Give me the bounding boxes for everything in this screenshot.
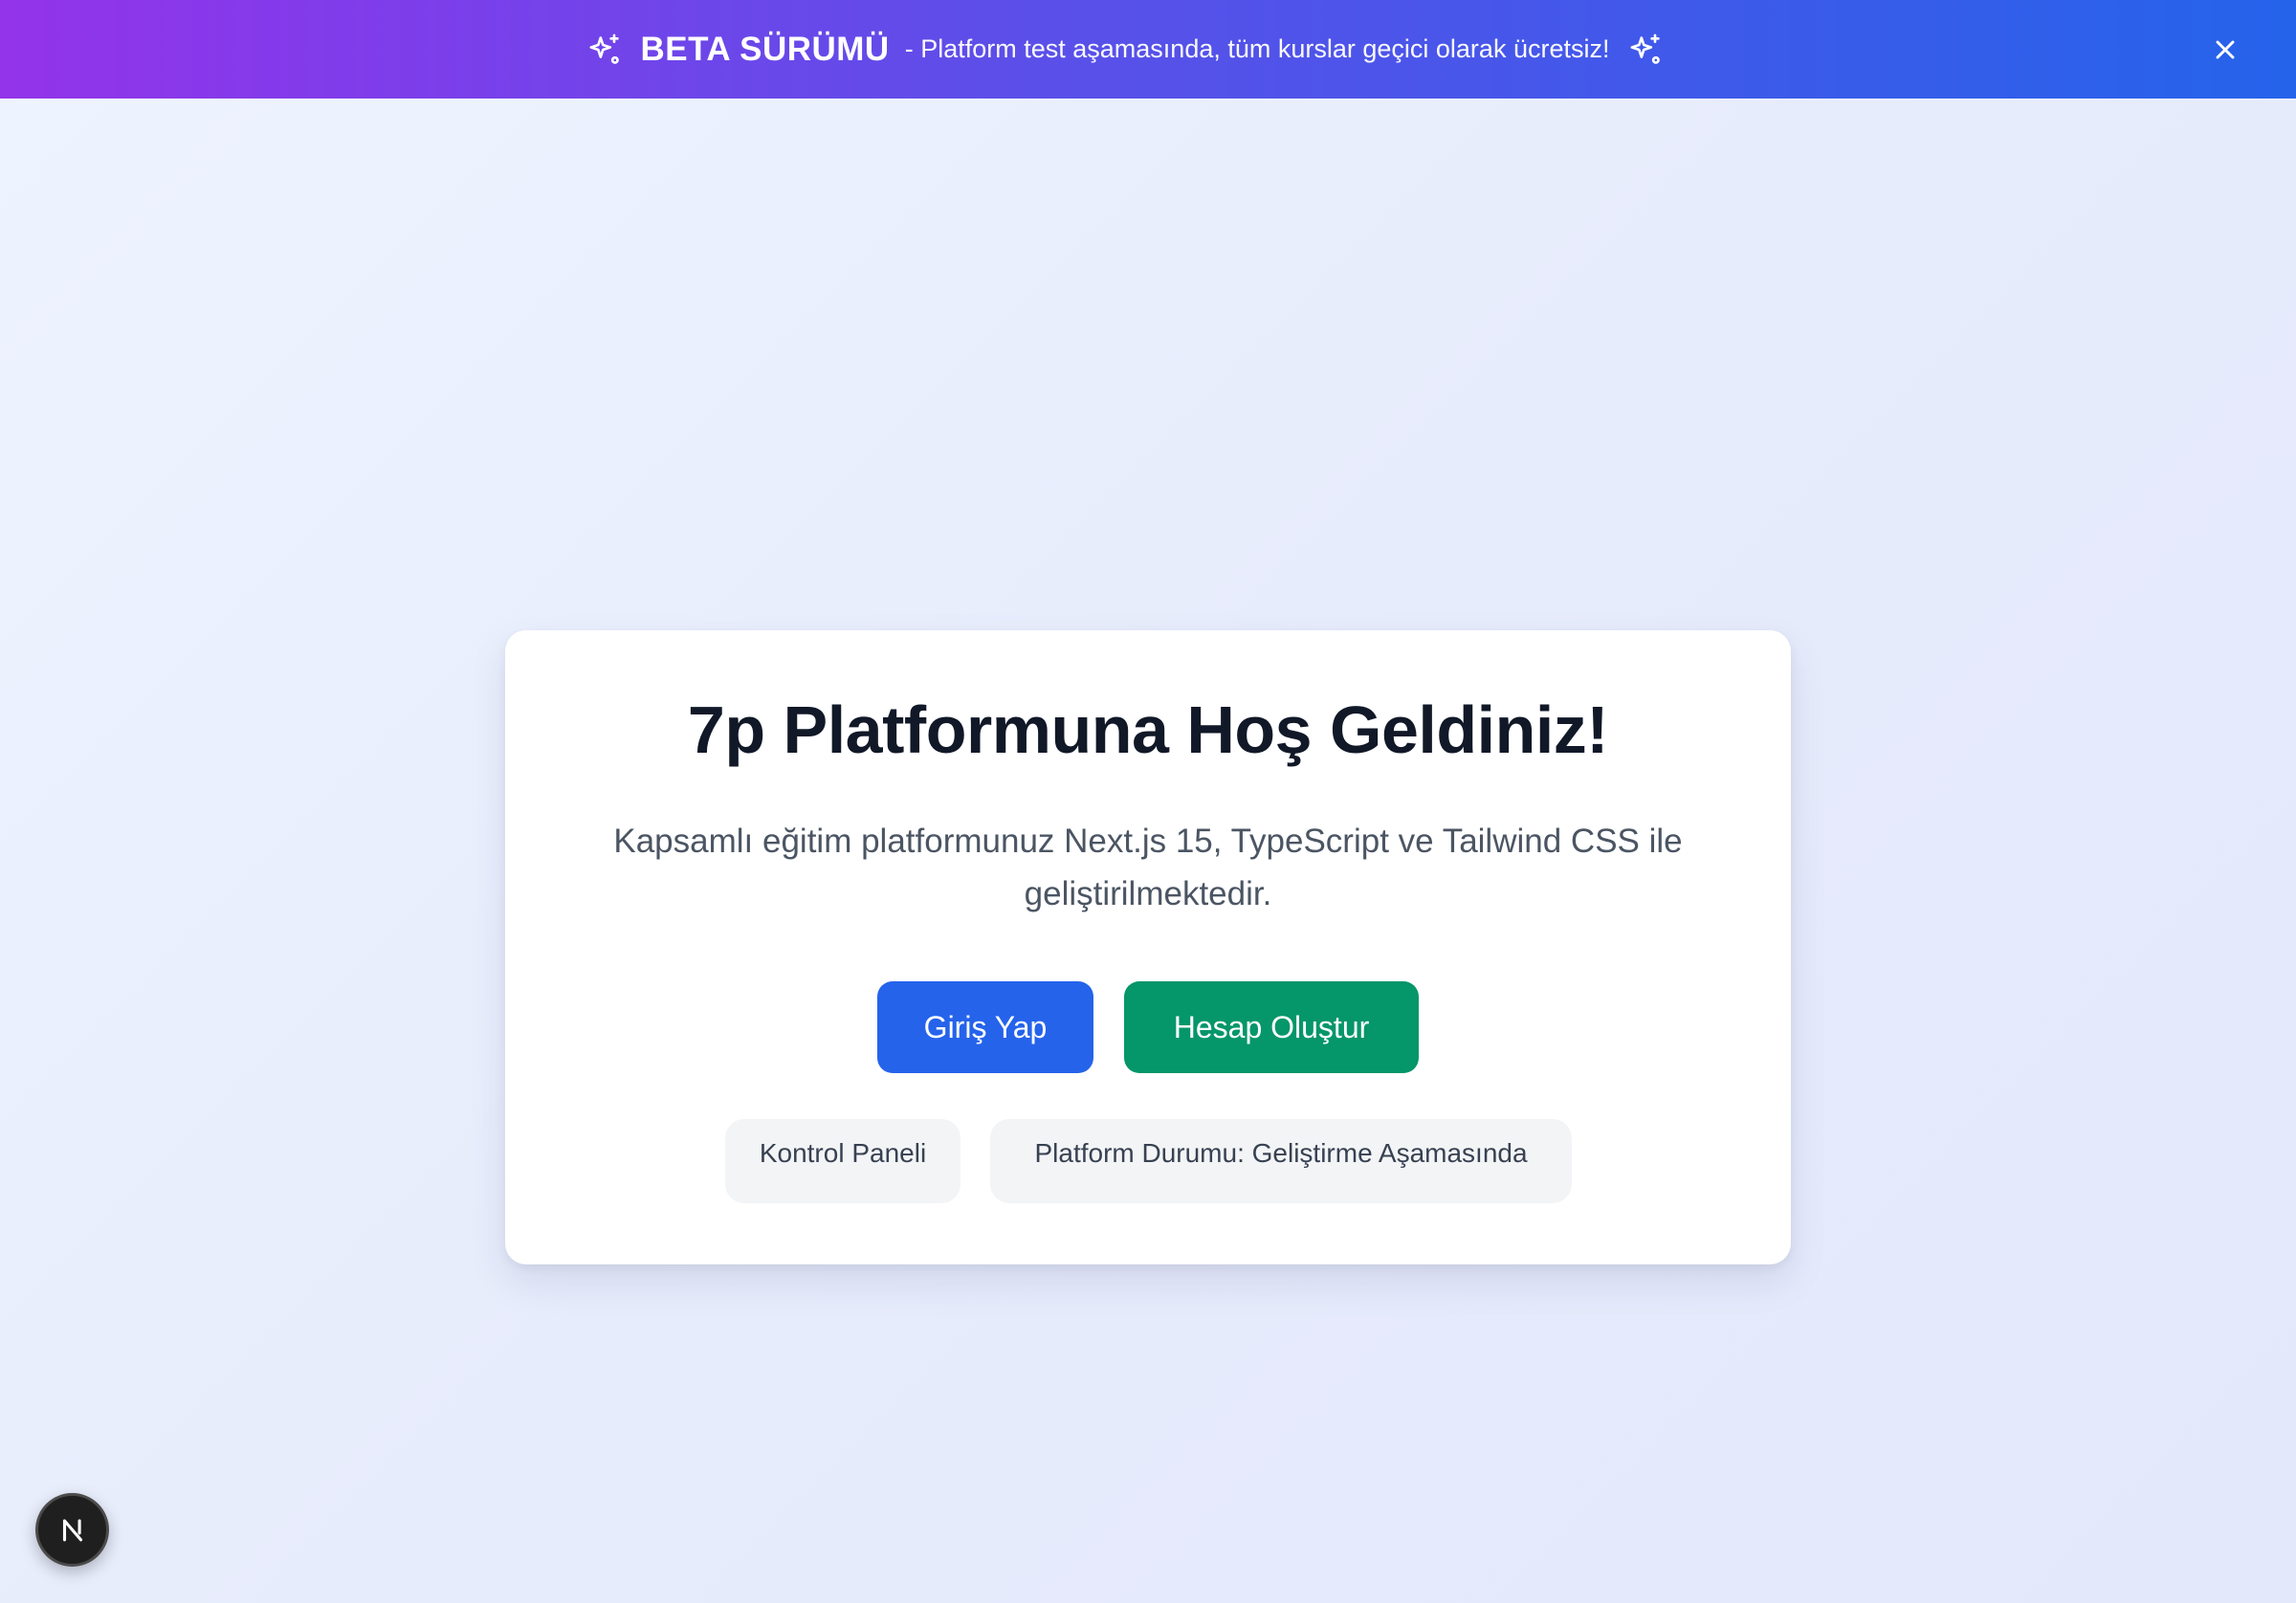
welcome-description: Kapsamlı eğitim platformunuz Next.js 15,… bbox=[613, 823, 1683, 912]
nextjs-icon bbox=[56, 1514, 89, 1547]
sparkles-icon bbox=[1626, 31, 1665, 69]
nextjs-dev-tools-button[interactable] bbox=[35, 1493, 109, 1567]
sparkles-icon bbox=[585, 31, 624, 69]
banner-content: BETA SÜRÜMÜ - Platform test aşamasında, … bbox=[585, 31, 1666, 69]
dashboard-link[interactable]: Kontrol Paneli bbox=[725, 1119, 960, 1203]
banner-close-button[interactable] bbox=[2210, 34, 2241, 65]
page-title: 7p Platformuna Hoş Geldiniz! bbox=[687, 692, 1609, 767]
welcome-card: 7p Platformuna Hoş Geldiniz! Kapsamlı eğ… bbox=[505, 630, 1791, 1264]
platform-status-badge: Platform Durumu: Geliştirme Aşamasında bbox=[990, 1119, 1572, 1203]
login-button[interactable]: Giriş Yap bbox=[877, 981, 1093, 1073]
close-icon bbox=[2210, 34, 2241, 65]
beta-banner: BETA SÜRÜMÜ - Platform test aşamasında, … bbox=[0, 0, 2296, 99]
banner-title: BETA SÜRÜMÜ bbox=[640, 30, 890, 68]
banner-message: - Platform test aşamasında, tüm kurslar … bbox=[904, 34, 1610, 63]
register-button[interactable]: Hesap Oluştur bbox=[1124, 981, 1419, 1073]
